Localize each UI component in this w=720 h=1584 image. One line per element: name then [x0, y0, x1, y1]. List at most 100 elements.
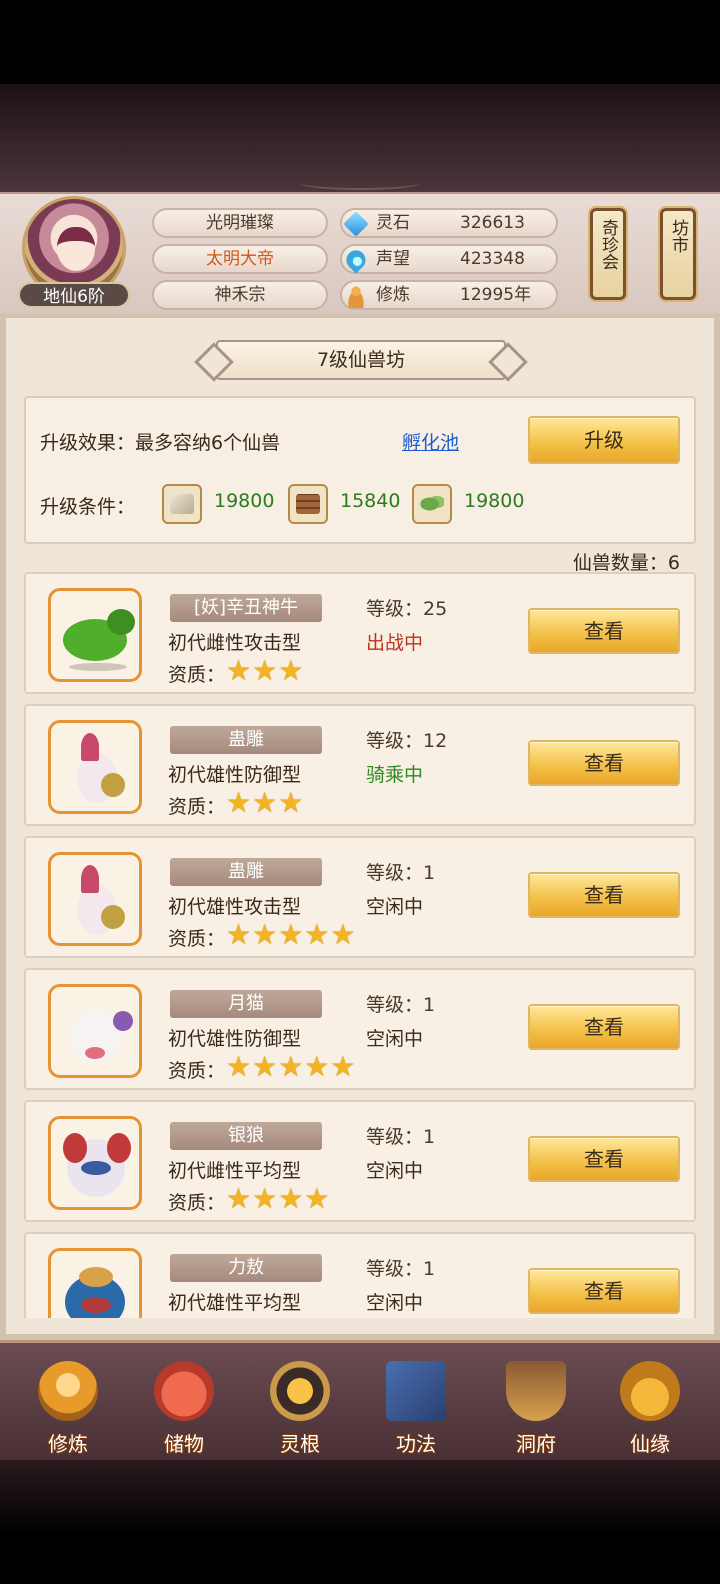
resource-label: 修炼: [376, 285, 410, 305]
beast-count: 仙兽数量：6: [572, 552, 680, 574]
beast-portrait-gudiao[interactable]: [48, 720, 142, 814]
beast-type: 初代雄性攻击型: [168, 896, 302, 918]
view-button[interactable]: 查看: [528, 872, 680, 918]
upgrade-button[interactable]: 升级: [528, 416, 680, 464]
treasure-fair-button[interactable]: 奇珍会: [590, 208, 626, 300]
upgrade-section: 升级效果：最多容纳6个仙兽 孵化池 升级 升级条件： 19800 15840 1…: [24, 396, 696, 544]
aptitude-label: 资质：: [168, 1060, 226, 1082]
material-amount: 15840: [340, 490, 401, 512]
nav-label: 功法: [396, 1432, 436, 1456]
beast-card: [妖]辛丑神牛 初代雌性攻击型 资质： ★★★ 等级：25 出战中 查看: [24, 572, 696, 694]
aptitude-stars: ★★★★★: [226, 1050, 357, 1083]
view-button[interactable]: 查看: [528, 1136, 680, 1182]
aptitude-label: 资质：: [168, 796, 226, 818]
spirit-root-icon: [270, 1361, 330, 1421]
beast-card: 月猫 初代雄性防御型 资质： ★★★★★ 等级：1 空闲中 查看: [24, 968, 696, 1090]
nav-label: 仙缘: [630, 1432, 670, 1456]
beast-portrait-moon-cat[interactable]: [48, 984, 142, 1078]
beast-type: 初代雌性平均型: [168, 1160, 302, 1182]
beast-type: 初代雌性攻击型: [168, 632, 302, 654]
ornament: [300, 176, 420, 190]
hatch-pool-link[interactable]: 孵化池: [402, 428, 459, 455]
nav-spirit-root[interactable]: 灵根: [256, 1357, 344, 1457]
bottom-nav: 修炼 储物 灵根 功法 洞府 仙缘: [0, 1340, 720, 1460]
beast-status: 空闲中: [366, 1292, 424, 1314]
market-button[interactable]: 坊市: [660, 208, 696, 300]
beast-card: 蛊雕 初代雄性防御型 资质： ★★★ 等级：12 骑乘中 查看: [24, 704, 696, 826]
resource-value: 423348: [460, 249, 525, 269]
beast-type: 初代雄性防御型: [168, 1028, 302, 1050]
avatar-face: [57, 227, 95, 271]
beast-status: 空闲中: [366, 1160, 424, 1182]
beast-card: 力敖 初代雄性平均型 等级：1 空闲中 查看: [24, 1232, 696, 1318]
beast-level: 等级：1: [366, 994, 436, 1016]
beast-level: 等级：1: [366, 1126, 436, 1148]
effect-text: 最多容纳6个仙兽: [135, 432, 281, 454]
beast-name: 银狼: [170, 1122, 322, 1150]
realm-badge: 地仙6阶: [18, 282, 130, 308]
panel-title: 7级仙兽坊: [216, 340, 506, 380]
wood-material-icon[interactable]: [288, 484, 328, 524]
cultivation-icon: [38, 1361, 98, 1421]
immortal-fate-icon: [620, 1361, 680, 1421]
nav-label: 洞府: [516, 1432, 556, 1456]
beast-level: 等级：12: [366, 730, 448, 752]
nav-immortal-fate[interactable]: 仙缘: [606, 1357, 694, 1457]
resource-spirit-stone: 灵石 326613: [340, 208, 558, 238]
view-button[interactable]: 查看: [528, 608, 680, 654]
material-amount: 19800: [464, 490, 525, 512]
resource-label: 声望: [376, 249, 410, 269]
aptitude-stars: ★★★★: [226, 1182, 331, 1215]
beast-card: 蛊雕 初代雄性攻击型 资质： ★★★★★ 等级：1 空闲中 查看: [24, 836, 696, 958]
beast-workshop-panel: 7级仙兽坊 升级效果：最多容纳6个仙兽 孵化池 升级 升级条件： 19800 1…: [0, 314, 720, 1340]
market-label: 坊市: [668, 219, 688, 253]
beast-card: 银狼 初代雌性平均型 资质： ★★★★ 等级：1 空闲中 查看: [24, 1100, 696, 1222]
beast-portrait-gudiao[interactable]: [48, 852, 142, 946]
nav-cave[interactable]: 洞府: [492, 1357, 580, 1457]
bottom-bar: [0, 1460, 720, 1584]
player-title: 太明大帝: [152, 244, 328, 274]
player-header: 地仙6阶 光明璀璨 太明大帝 神禾宗 灵石 326613 声望 423348 修…: [0, 192, 720, 314]
beast-status: 空闲中: [366, 896, 424, 918]
view-button[interactable]: 查看: [528, 740, 680, 786]
reputation-icon: [342, 246, 370, 274]
view-button[interactable]: 查看: [528, 1268, 680, 1314]
technique-book-icon: [386, 1361, 446, 1421]
nav-label: 灵根: [280, 1432, 320, 1456]
aptitude-label: 资质：: [168, 664, 226, 686]
herb-material-icon[interactable]: [412, 484, 452, 524]
storage-bag-icon: [154, 1361, 214, 1421]
beast-status: 空闲中: [366, 1028, 424, 1050]
resource-label: 灵石: [376, 213, 410, 233]
aptitude-label: 资质：: [168, 928, 226, 950]
beast-name: 力敖: [170, 1254, 322, 1282]
beast-status: 出战中: [366, 632, 424, 654]
view-button[interactable]: 查看: [528, 1004, 680, 1050]
meditation-icon: [344, 284, 368, 308]
effect-label: 升级效果：: [40, 432, 136, 454]
beast-name: 蛊雕: [170, 726, 322, 754]
aptitude-stars: ★★★★★: [226, 918, 357, 951]
player-name: 光明璀璨: [152, 208, 328, 238]
nav-storage[interactable]: 储物: [140, 1357, 228, 1457]
beast-name: 月猫: [170, 990, 322, 1018]
aptitude-label: 资质：: [168, 1192, 226, 1214]
beast-portrait-silver-wolf[interactable]: [48, 1116, 142, 1210]
aptitude-stars: ★★★: [226, 654, 305, 687]
beast-portrait-ox[interactable]: [48, 588, 142, 682]
nav-cultivation[interactable]: 修炼: [24, 1357, 112, 1457]
top-decoration: [0, 84, 720, 192]
aptitude-stars: ★★★: [226, 786, 305, 819]
beast-portrait-liao[interactable]: [48, 1248, 142, 1318]
beast-level: 等级：25: [366, 598, 448, 620]
beast-list[interactable]: [妖]辛丑神牛 初代雌性攻击型 资质： ★★★ 等级：25 出战中 查看 蛊雕 …: [24, 572, 696, 1318]
nav-technique[interactable]: 功法: [372, 1357, 460, 1457]
upgrade-effect: 升级效果：最多容纳6个仙兽: [40, 428, 280, 455]
material-amount: 19800: [214, 490, 275, 512]
upgrade-condition-label: 升级条件：: [40, 496, 136, 518]
resource-reputation: 声望 423348: [340, 244, 558, 274]
treasure-fair-label: 奇珍会: [598, 219, 618, 270]
beast-name: [妖]辛丑神牛: [170, 594, 322, 622]
scroll-material-icon[interactable]: [162, 484, 202, 524]
beast-type: 初代雄性防御型: [168, 764, 302, 786]
